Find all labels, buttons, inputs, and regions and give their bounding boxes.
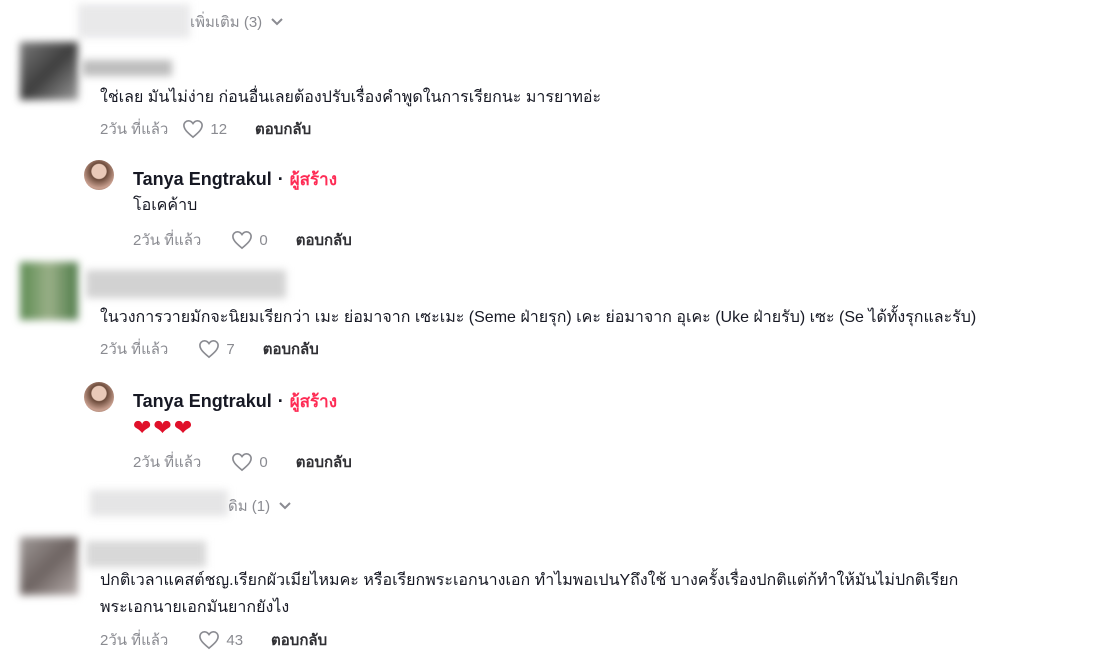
heart-icon (183, 119, 204, 139)
creator-avatar[interactable] (84, 382, 114, 412)
heart-icon (199, 339, 220, 359)
timestamp: 2วัน ที่แล้ว (133, 454, 202, 471)
like-count: 0 (259, 453, 268, 471)
view-more-replies-1[interactable]: เพิ่มเติม (3) (78, 4, 338, 38)
reply-button[interactable]: ตอบกลับ (296, 450, 352, 474)
blurred-area (78, 4, 190, 38)
reply-button[interactable]: ตอบกลับ (271, 628, 327, 652)
creator-reply-2: Tanya Engtrakul · ผู้สร้าง ❤❤❤ 2วัน ที่แ… (84, 380, 684, 475)
timestamp: 2วัน ที่แล้ว (133, 232, 202, 249)
like-button[interactable]: 0 (231, 452, 268, 472)
reply-meta: 2วัน ที่แล้ว 0 ตอบกลับ (133, 450, 352, 474)
like-button[interactable]: 43 (198, 630, 243, 650)
reply-emoji: ❤❤❤ (133, 415, 195, 440)
like-count: 7 (226, 340, 235, 358)
avatar[interactable] (20, 537, 78, 595)
like-count: 43 (226, 631, 244, 649)
timestamp: 2วัน ที่แล้ว (100, 632, 169, 649)
comment-text: ใช่เลย มันไม่ง่าย ก่อนอื่นเลยต้องปรับเรื… (100, 89, 602, 106)
view-more-replies-2[interactable]: ดิม (1) (90, 490, 320, 518)
like-button[interactable]: 12 (182, 119, 227, 139)
comment-meta: 2วัน ที่แล้ว 43 ตอบกลับ (100, 628, 327, 652)
username-blurred[interactable] (82, 60, 172, 76)
view-more-label[interactable]: เพิ่มเติม (3) (190, 10, 284, 34)
like-count: 0 (259, 231, 268, 249)
more-replies-text: เพิ่มเติม (3) (190, 14, 263, 31)
heart-icon (232, 230, 253, 250)
separator-dot: · (277, 169, 284, 189)
comment-1: ใช่เลย มันไม่ง่าย ก่อนอื่นเลยต้องปรับเรื… (20, 40, 1100, 150)
creator-badge: ผู้สร้าง (289, 392, 338, 411)
comment-meta: 2วัน ที่แล้ว 12 ตอบกลับ (100, 117, 311, 141)
author-name[interactable]: Tanya Engtrakul (133, 169, 272, 190)
author-name[interactable]: Tanya Engtrakul (133, 391, 272, 412)
creator-badge: ผู้สร้าง (289, 170, 338, 189)
reply-button[interactable]: ตอบกลับ (255, 117, 311, 141)
separator-dot: · (277, 391, 284, 411)
avatar[interactable] (20, 262, 78, 320)
timestamp: 2วัน ที่แล้ว (100, 121, 169, 138)
reply-meta: 2วัน ที่แล้ว 0 ตอบกลับ (133, 228, 352, 252)
avatar[interactable] (20, 42, 78, 100)
author-row: Tanya Engtrakul · ผู้สร้าง (133, 166, 337, 193)
creator-reply-1: Tanya Engtrakul · ผู้สร้าง โอเคค้าบ 2วัน… (84, 158, 684, 253)
heart-icon (199, 630, 220, 650)
like-button[interactable]: 7 (198, 339, 235, 359)
like-count: 12 (210, 120, 228, 138)
reply-text: โอเคค้าบ (133, 197, 198, 214)
comment-text: ในวงการวายมักจะนิยมเรียกว่า เมะ ย่อมาจาก… (100, 309, 977, 326)
chevron-down-icon (279, 502, 291, 510)
comment-3: ปกติเวลาแคสต์ชญ.เรียกผัวเมียไหมคะ หรือเร… (20, 535, 1110, 652)
heart-icon (232, 452, 253, 472)
comment-text-line2: พระเอกนายเอกมันยากยังไง (100, 599, 290, 616)
comment-text-line1: ปกติเวลาแคสต์ชญ.เรียกผัวเมียไหมคะ หรือเร… (100, 572, 959, 589)
blurred-area (90, 490, 228, 516)
comment-2: ในวงการวายมักจะนิยมเรียกว่า เมะ ย่อมาจาก… (20, 260, 1110, 370)
more-replies-text: ดิม (1) (228, 498, 271, 515)
like-button[interactable]: 0 (231, 230, 268, 250)
username-blurred[interactable] (86, 541, 206, 567)
creator-avatar[interactable] (84, 160, 114, 190)
comment-meta: 2วัน ที่แล้ว 7 ตอบกลับ (100, 337, 319, 361)
author-row: Tanya Engtrakul · ผู้สร้าง (133, 388, 337, 415)
reply-button[interactable]: ตอบกลับ (263, 337, 319, 361)
username-blurred[interactable] (86, 270, 286, 298)
timestamp: 2วัน ที่แล้ว (100, 341, 169, 358)
reply-button[interactable]: ตอบกลับ (296, 228, 352, 252)
view-more-label[interactable]: ดิม (1) (228, 494, 292, 518)
chevron-down-icon (271, 18, 283, 26)
